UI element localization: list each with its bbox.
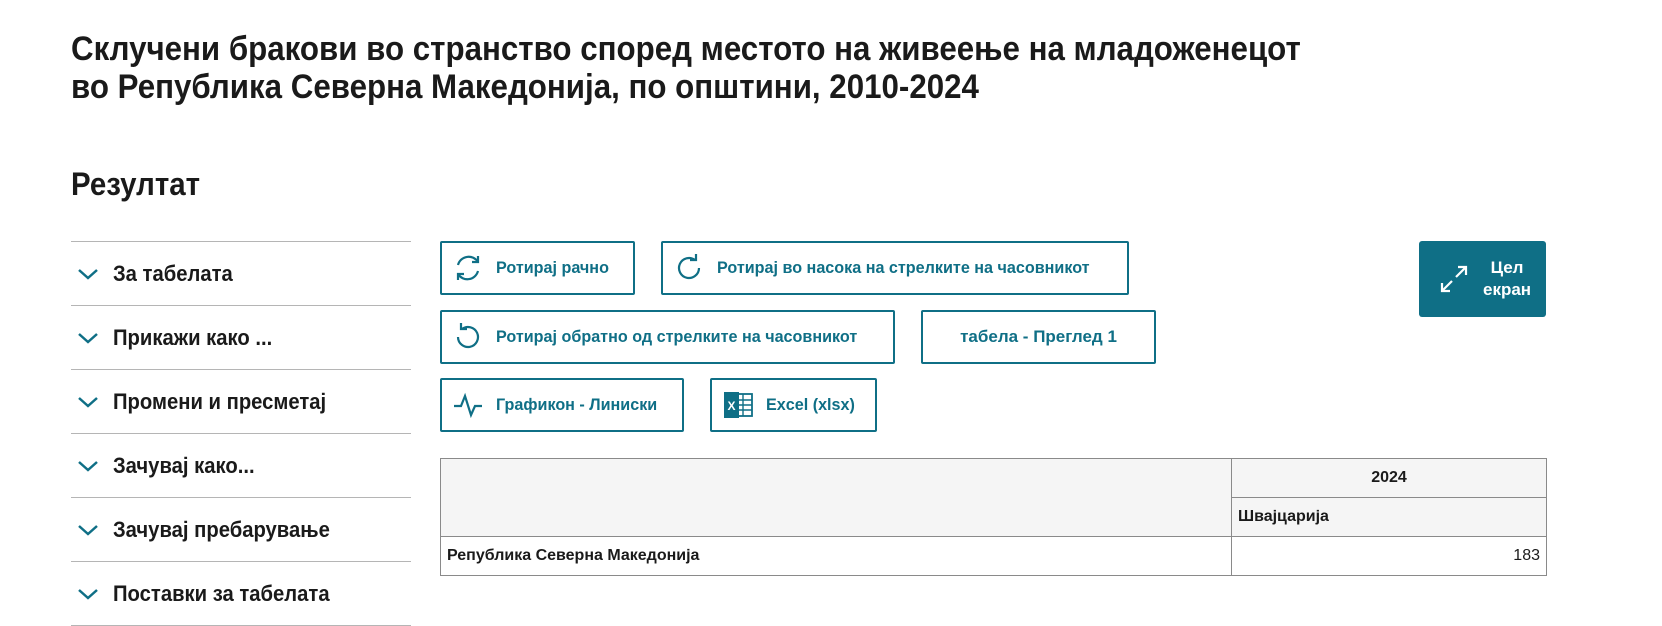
line-chart-icon [454,392,482,419]
rotate-counterclockwise-button[interactable]: Ротирај обратно од стрелките на часовник… [440,310,895,364]
chevron-down-icon [78,268,98,280]
excel-icon: X [724,392,753,418]
rotate-clockwise-button[interactable]: Ротирај во насока на стрелките на часовн… [661,241,1129,295]
rotate-manual-label: Ротирај рачно [496,258,609,277]
sidebar-item-save-query[interactable]: Зачувај пребарување [71,498,411,562]
excel-label: Excel (xlsx) [766,395,855,414]
row-label: Република Северна Македонија [440,536,1232,576]
chevron-down-icon [78,396,98,408]
sidebar-item-label: Поставки за табелата [113,580,330,606]
expand-icon [1440,265,1468,293]
line-chart-button[interactable]: Графикон - Линиски [440,378,684,432]
sidebar-item-table-settings[interactable]: Поставки за табелата [71,562,411,626]
chevron-down-icon [78,460,98,472]
country-header: Швајцарија [1231,497,1547,537]
sidebar-item-label: Зачувај пребарување [113,516,330,542]
sidebar-item-show-as[interactable]: Прикажи како ... [71,306,411,370]
chevron-down-icon [78,524,98,536]
fullscreen-button[interactable]: Цел екран [1419,241,1546,317]
sidebar-item-about-table[interactable]: За табелата [71,242,411,306]
sidebar-item-save-as[interactable]: Зачувај како... [71,434,411,498]
rotate-clockwise-label: Ротирај во насока на стрелките на часовн… [717,258,1090,277]
svg-text:X: X [727,399,735,413]
rotate-counterclockwise-label: Ротирај обратно од стрелките на часовник… [496,327,858,346]
sidebar-item-label: Зачувај како... [113,452,255,478]
table-row: Република Северна Македонија 183 [440,536,1547,576]
chevron-down-icon [78,588,98,600]
table-view-label: табела - Преглед 1 [960,327,1117,346]
rotate-manual-button[interactable]: Ротирај рачно [440,241,635,295]
page-title: Склучени бракови во странство според мес… [71,30,1301,106]
table-corner-cell [440,458,1232,537]
rotate-counterclockwise-icon [456,323,480,349]
result-heading: Резултат [71,166,201,202]
excel-export-button[interactable]: X Excel (xlsx) [710,378,877,432]
chevron-down-icon [78,332,98,344]
sidebar-item-label: Прикажи како ... [113,324,273,350]
rotate-arrows-icon [456,255,480,281]
sidebar-item-change-calculate[interactable]: Промени и пресметај [71,370,411,434]
fullscreen-label-line1: Цел [1490,258,1524,277]
year-header: 2024 [1231,458,1547,498]
line-chart-label: Графикон - Линиски [496,395,658,414]
fullscreen-label-line2: екран [1483,280,1532,299]
rotate-clockwise-icon [677,254,701,280]
sidebar-accordion: За табелата Прикажи како ... Промени и п… [71,241,411,626]
sidebar-item-label: За табелата [113,260,233,286]
sidebar-item-label: Промени и пресметај [113,388,327,414]
table-view-button[interactable]: табела - Преглед 1 [921,310,1156,364]
row-value: 183 [1231,536,1547,576]
data-table: 2024 Швајцарија Република Северна Македо… [440,458,1547,576]
